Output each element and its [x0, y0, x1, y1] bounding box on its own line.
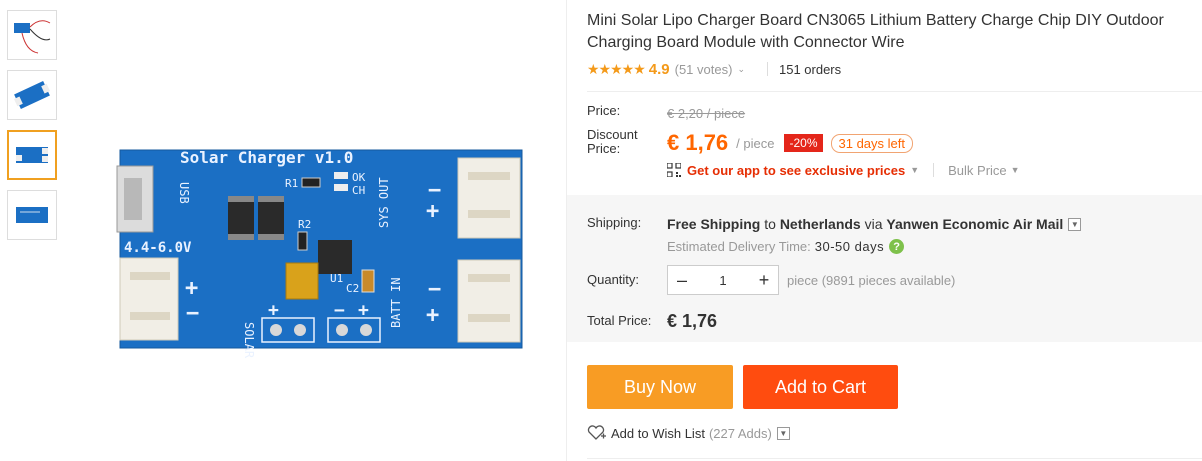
- svg-text:−: −: [186, 301, 199, 326]
- thumbnail-image-3: [16, 147, 48, 163]
- shipping-carrier: Yanwen Economic Air Mail: [886, 216, 1064, 232]
- batt-in-label: BATT IN: [389, 277, 403, 328]
- thumbnail-image-1: [14, 20, 51, 54]
- thumbnail-list: [7, 10, 57, 250]
- heart-plus-icon[interactable]: [587, 425, 607, 441]
- minus-icon[interactable]: –: [668, 266, 696, 294]
- wishlist-count: (227 Adds): [708, 425, 772, 441]
- thumbnail-1[interactable]: [7, 10, 57, 60]
- price-label: Price:: [587, 103, 621, 118]
- divider: [587, 91, 1202, 92]
- shipping-to: to: [764, 216, 776, 232]
- voltage-label: 4.4-6.0V: [124, 240, 192, 256]
- solar-connector: [119, 257, 179, 341]
- divider: [587, 458, 1202, 459]
- solar-label: SOLAR: [242, 322, 256, 359]
- buy-now-button[interactable]: Buy Now: [587, 365, 733, 409]
- tantalum-capacitor: [285, 262, 319, 300]
- plus-icon[interactable]: +: [750, 266, 778, 294]
- rating-row: ★★★★★ 4.9 (51 votes) ⌄ 151 orders: [587, 60, 841, 78]
- board-title: Solar Charger v1.0: [180, 148, 353, 167]
- sys-out-label: SYS OUT: [377, 177, 391, 228]
- thumbnail-3[interactable]: [7, 130, 57, 180]
- thumbnail-image-4: [16, 207, 48, 223]
- svg-text:R2: R2: [298, 218, 311, 231]
- bulk-price-link[interactable]: Bulk Price: [948, 163, 1007, 178]
- quantity-stepper: – +: [667, 265, 779, 295]
- svg-text:+: +: [358, 300, 369, 321]
- current-price: € 1,76: [667, 130, 729, 155]
- eta-label: Estimated Delivery Time:: [667, 239, 811, 254]
- original-price: € 2,20 / piece: [667, 106, 746, 121]
- thumbnail-image-2: [13, 80, 51, 110]
- cn3065-chip: [318, 240, 352, 274]
- svg-text:+: +: [426, 303, 439, 328]
- diode-2: [258, 196, 284, 240]
- eta-value: 30-50 days: [814, 239, 885, 254]
- separator: [933, 163, 935, 177]
- shipping-destination: Netherlands: [779, 216, 861, 232]
- app-promo-link[interactable]: Get our app to see exclusive prices: [687, 163, 905, 178]
- main-product-image: Solar Charger v1.0 USB 4.4-6.0V + − SOLA…: [90, 60, 560, 380]
- separator: [766, 62, 768, 76]
- shipping-via: via: [864, 216, 883, 232]
- per-piece-label: / piece: [736, 135, 775, 151]
- caret-down-icon[interactable]: ▼: [1011, 165, 1020, 175]
- add-to-wishlist-link[interactable]: Add to Wish List: [611, 426, 705, 441]
- qr-code-icon: [667, 163, 681, 177]
- orders-count: 151 orders: [778, 61, 842, 77]
- svg-text:U1: U1: [330, 272, 343, 285]
- app-promo-row: Get our app to see exclusive prices ▼ Bu…: [667, 162, 1020, 178]
- shipping-label: Shipping:: [587, 215, 642, 230]
- thumbnail-2[interactable]: [7, 70, 57, 120]
- discount-label-line2: Price:: [587, 141, 621, 156]
- total-price-label: Total Price:: [587, 313, 652, 328]
- price-row: € 1,76 / piece -20% 31 days left: [667, 128, 913, 158]
- quantity-available: piece (9891 pieces available): [787, 273, 956, 288]
- total-price-value: € 1,76: [667, 311, 718, 331]
- chevron-down-icon[interactable]: ⌄: [737, 64, 745, 75]
- thumbnail-4[interactable]: [7, 190, 57, 240]
- help-icon[interactable]: ?: [889, 239, 905, 254]
- svg-text:+: +: [268, 300, 279, 321]
- svg-text:CH: CH: [352, 184, 365, 197]
- rating-value: 4.9: [648, 60, 670, 78]
- wishlist-dropdown-icon[interactable]: ▼: [776, 426, 790, 440]
- svg-text:R1: R1: [285, 177, 298, 190]
- quantity-input[interactable]: [696, 272, 750, 288]
- svg-text:+: +: [426, 199, 439, 224]
- rating-stars-icon: ★★★★★: [587, 60, 646, 77]
- shipping-dropdown-icon[interactable]: ▼: [1068, 217, 1082, 231]
- free-shipping-text: Free Shipping: [667, 216, 761, 232]
- wishlist-row: Add to Wish List (227 Adds) ▼: [587, 425, 790, 441]
- svg-text:+: +: [185, 276, 198, 301]
- add-to-cart-button[interactable]: Add to Cart: [743, 365, 898, 409]
- diode-1: [228, 196, 254, 240]
- svg-text:OK: OK: [352, 171, 366, 184]
- product-title: Mini Solar Lipo Charger Board CN3065 Lit…: [587, 12, 1164, 51]
- days-left-badge: 31 days left: [830, 133, 913, 153]
- discount-badge: -20%: [784, 134, 823, 152]
- svg-text:−: −: [428, 277, 441, 302]
- svg-text:C2: C2: [346, 282, 359, 295]
- sys-out-connector: [457, 157, 521, 239]
- votes-link[interactable]: (51 votes): [675, 62, 733, 77]
- estimated-delivery: Estimated Delivery Time: 30-50 days ?: [667, 239, 905, 254]
- quantity-label: Quantity:: [587, 272, 640, 287]
- discount-price-label: Discount Price:: [587, 128, 638, 156]
- shipping-info: Free Shipping to Netherlands via Yanwen …: [667, 216, 1082, 232]
- caret-down-icon[interactable]: ▼: [910, 165, 919, 175]
- discount-label-line1: Discount: [587, 127, 638, 142]
- batt-in-connector: [457, 259, 521, 343]
- svg-text:−: −: [334, 300, 345, 321]
- usb-label: USB: [177, 182, 191, 204]
